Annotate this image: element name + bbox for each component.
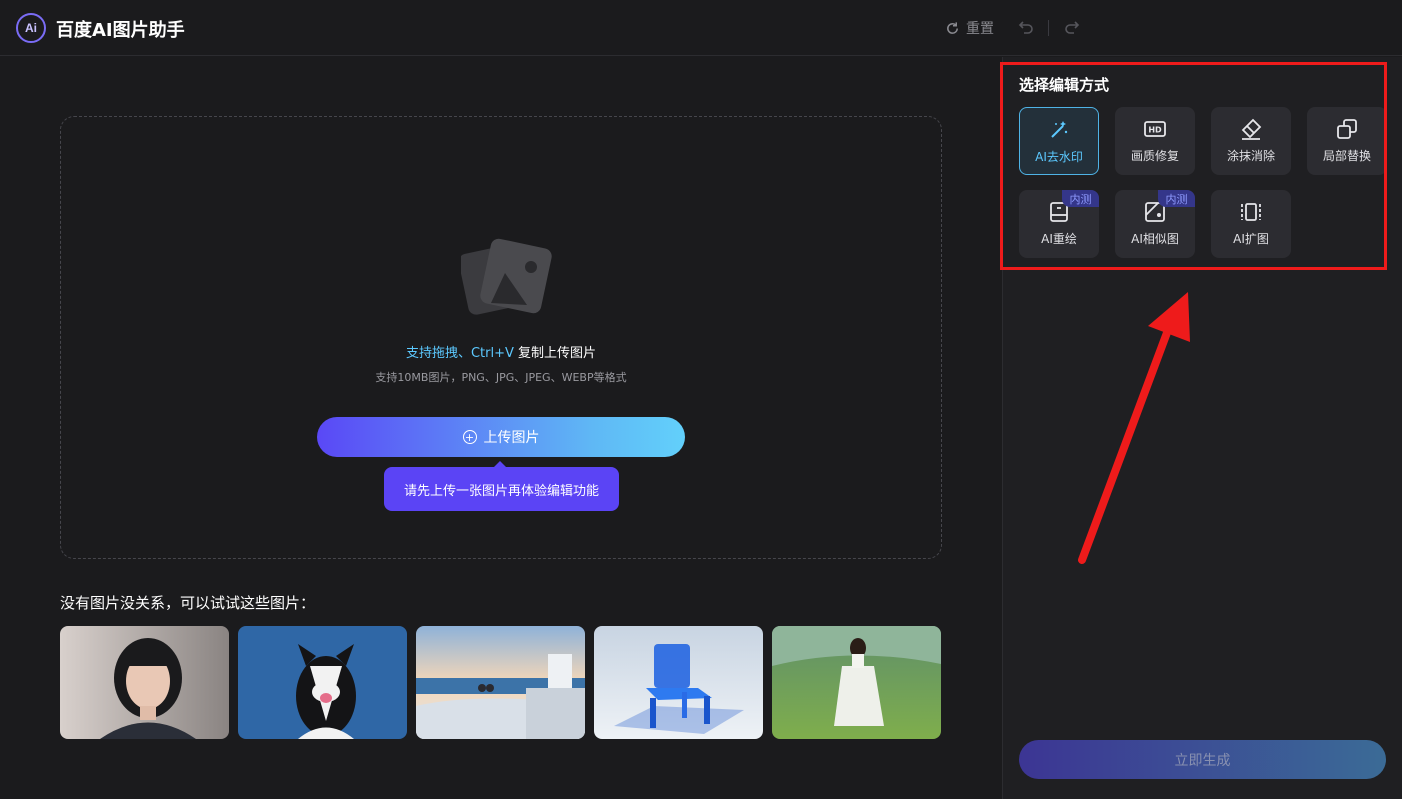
upload-image-button[interactable]: + 上传图片 — [317, 417, 685, 457]
reset-label: 重置 — [966, 21, 994, 37]
app-window: Ai 百度AI图片助手 重置 支持拖拽、Ctrl+V 复制上传图片 支持10MB… — [0, 0, 1402, 799]
annotation-highlight-box — [1000, 62, 1387, 270]
upload-tooltip: 请先上传一张图片再体验编辑功能 — [384, 461, 619, 511]
drop-hint: 支持拖拽、Ctrl+V 复制上传图片 — [61, 342, 941, 361]
redo-icon[interactable] — [1064, 19, 1080, 39]
drop-hint-text: 复制上传图片 — [513, 346, 597, 361]
top-bar: Ai 百度AI图片助手 重置 — [0, 0, 1402, 56]
upload-dropzone[interactable]: 支持拖拽、Ctrl+V 复制上传图片 支持10MB图片，PNG、JPG、JPEG… — [60, 116, 942, 559]
sample-images — [60, 626, 941, 739]
annotation-arrow — [1078, 292, 1190, 564]
plus-circle-icon: + — [462, 430, 477, 444]
main-area: 支持拖拽、Ctrl+V 复制上传图片 支持10MB图片，PNG、JPG、JPEG… — [0, 57, 1002, 799]
generate-now-button[interactable]: 立即生成 — [1019, 740, 1386, 779]
history-divider — [1048, 20, 1049, 36]
sample-image-portrait[interactable] — [60, 626, 229, 739]
format-hint: 支持10MB图片，PNG、JPG、JPEG、WEBP等格式 — [375, 371, 627, 384]
image-placeholder-icon — [461, 238, 552, 315]
samples-title: 没有图片没关系，可以试试这些图片： — [60, 594, 316, 612]
sample-image-chair[interactable] — [594, 626, 763, 739]
sample-image-seaside[interactable] — [416, 626, 585, 739]
undo-icon[interactable] — [1018, 19, 1034, 39]
sample-image-meadow[interactable] — [772, 626, 941, 739]
sample-image-dog[interactable] — [238, 626, 407, 739]
upload-button-label: 上传图片 — [483, 430, 540, 446]
drop-hint-highlight: 支持拖拽、Ctrl+V — [405, 346, 514, 361]
app-title: 百度AI图片助手 — [56, 20, 185, 41]
refresh-icon — [947, 21, 958, 34]
app-logo: Ai — [16, 13, 46, 43]
logo-text: Ai — [25, 21, 37, 35]
reset-button[interactable]: 重置 — [945, 18, 994, 38]
